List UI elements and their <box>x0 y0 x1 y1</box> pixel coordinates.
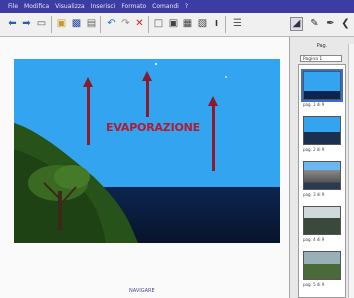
pointer-icon[interactable]: ◢ <box>290 17 303 31</box>
thumbnail-list: pag. 1 di 9 pag. 2 di 9 pag. 3 di 9 pag.… <box>298 64 346 298</box>
save-icon[interactable]: ▩ <box>70 17 83 31</box>
delete-icon[interactable]: ✕ <box>133 17 146 31</box>
menu-inserisci[interactable]: Inserisci <box>91 3 116 10</box>
pages-panel: Pag. Pagina 1 pag. 1 di 9 pag. 2 di 9 pa… <box>289 37 354 298</box>
menu-bar: File Modifica Visualizza Inserisci Forma… <box>0 0 354 13</box>
thumbnail-page[interactable] <box>303 161 341 190</box>
thumbnail-caption: pag. 3 di 9 <box>303 192 325 197</box>
forward-arrow-icon[interactable]: ➡ <box>20 17 33 31</box>
text-icon[interactable]: I <box>210 17 223 31</box>
menu-help[interactable]: ? <box>185 3 188 10</box>
brush-icon[interactable]: ✒ <box>324 17 337 31</box>
thumbnail-caption: pag. 2 di 9 <box>303 147 325 152</box>
menu-comandi[interactable]: Comandi <box>152 3 179 10</box>
pen-icon[interactable]: ✎ <box>308 17 321 31</box>
monitor-icon[interactable]: ▣ <box>167 17 180 31</box>
print-icon[interactable]: ▤ <box>85 17 98 31</box>
evaporation-arrow <box>208 96 218 171</box>
toolbar-separator <box>225 16 226 33</box>
thumbnail-page[interactable] <box>303 116 341 145</box>
page-icon[interactable]: ▭ <box>35 17 48 31</box>
back-arrow-icon[interactable]: ⬅ <box>6 17 19 31</box>
slide[interactable]: EVAPORAZIONE <box>14 59 280 243</box>
presentation-icon[interactable]: ▧ <box>196 17 209 31</box>
chevron-icon[interactable]: ❮ <box>339 17 352 31</box>
thumbnail-page[interactable] <box>303 251 341 280</box>
display-icon[interactable]: ▦ <box>181 17 194 31</box>
window-icon[interactable]: □ <box>152 17 165 31</box>
toolbar: ⬅ ➡ ▭ ▣ ▩ ▤ ↶ ↷ ✕ □ ▣ ▦ ▧ I ☰ ◢ ✎ ✒ ❮ <box>0 13 354 37</box>
menu-formato[interactable]: Formato <box>121 3 146 10</box>
thumbnail-page[interactable] <box>303 206 341 235</box>
thumbnail-caption: pag. 5 di 9 <box>303 282 325 287</box>
thumbnail-caption: pag. 1 di 9 <box>303 102 325 107</box>
evaporation-label: EVAPORAZIONE <box>106 121 200 134</box>
slide-footer: NAVIGARE <box>129 288 155 294</box>
menu-modifica[interactable]: Modifica <box>24 3 49 10</box>
thumbnail-caption: pag. 4 di 9 <box>303 237 325 242</box>
evaporation-arrow <box>142 71 152 117</box>
open-folder-icon[interactable]: ▣ <box>55 17 68 31</box>
panel-scrollbar[interactable] <box>348 44 354 298</box>
panel-title: Pag. <box>316 43 328 49</box>
thumbnail-page[interactable] <box>301 69 343 102</box>
menu-file[interactable]: File <box>8 3 18 10</box>
toolbar-separator <box>51 16 52 33</box>
toolbar-separator <box>148 16 149 33</box>
page-selector[interactable]: Pagina 1 <box>300 55 342 62</box>
redo-icon[interactable]: ↷ <box>119 17 132 31</box>
tree-crown <box>54 165 90 189</box>
evaporation-arrow <box>83 77 93 145</box>
sidebar-toggle-icon[interactable]: ☰ <box>231 17 244 31</box>
toolbar-separator <box>100 16 101 33</box>
menu-visualizza[interactable]: Visualizza <box>55 3 85 10</box>
undo-icon[interactable]: ↶ <box>105 17 118 31</box>
